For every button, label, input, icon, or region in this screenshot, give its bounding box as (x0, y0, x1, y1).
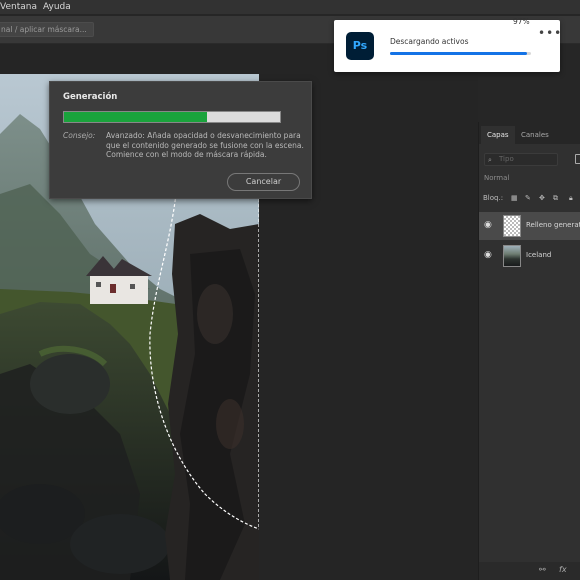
visibility-eye-icon[interactable]: ◉ (484, 221, 494, 230)
layer-thumbnail (503, 245, 521, 267)
ellipsis-icon[interactable]: ••• (538, 26, 562, 40)
visibility-eye-icon[interactable]: ◉ (484, 251, 494, 260)
tab-canales[interactable]: Canales (515, 126, 555, 144)
lock-paint-icon[interactable]: ✎ (525, 194, 531, 202)
house (90, 274, 148, 304)
photoshop-logo-icon: Ps (346, 32, 374, 60)
search-icon: ⌕ (488, 156, 492, 164)
menu-bar: Ventana Ayuda (0, 0, 580, 14)
fx-icon[interactable]: fx (559, 565, 567, 574)
generation-dialog: Generación Consejo: Avanzado: Añada opac… (49, 81, 312, 199)
layer-name: Iceland (526, 251, 552, 259)
dialog-title: Generación (63, 92, 118, 102)
download-notification: Ps Descargando activos ••• (334, 20, 562, 72)
lock-label: Bloq.: (483, 194, 504, 202)
select-and-mask-field[interactable]: nal / aplicar máscara... (0, 22, 94, 37)
tip-text: Avanzado: Añada opacidad o desvanecimien… (106, 131, 304, 160)
lock-row: Bloq.: ▦ ✎ ✥ ⧉ 🔒︎ (479, 192, 580, 208)
panel-tabs: Capas Canales (479, 122, 580, 144)
menu-item-ventana[interactable]: Ventana (0, 2, 43, 12)
tip-label: Consejo: (63, 131, 96, 140)
generation-progress-bar (63, 111, 281, 123)
lock-all-icon[interactable]: 🔒︎ (569, 194, 573, 203)
layer-filter-row: ⌕ Tipo (479, 150, 580, 168)
cancel-button[interactable]: Cancelar (227, 173, 300, 191)
layer-name: Relleno generativo (526, 221, 580, 229)
generation-progress-fill (64, 112, 207, 122)
blend-mode-select[interactable]: Normal (484, 174, 509, 182)
layer-row[interactable]: ◉ Relleno generativo (479, 212, 580, 240)
download-label: Descargando activos (390, 37, 469, 46)
lock-artboard-icon[interactable]: ⧉ (553, 194, 558, 203)
lock-transparent-icon[interactable]: ▦ (511, 194, 518, 202)
filter-image-icon[interactable] (575, 154, 580, 164)
download-percent: 97% (513, 17, 530, 26)
menu-item-ayuda[interactable]: Ayuda (43, 2, 77, 12)
layer-filter-input[interactable]: ⌕ Tipo (484, 153, 558, 166)
filter-placeholder: Tipo (499, 155, 514, 163)
layers-footer: ⚯ fx (479, 562, 580, 580)
link-icon[interactable]: ⚯ (539, 565, 546, 574)
layer-thumbnail (503, 215, 521, 237)
layers-panel: Capas Canales ⌕ Tipo Normal Bloq.: ▦ ✎ ✥… (478, 122, 580, 580)
download-progress-fill (390, 52, 527, 55)
download-progress-bar (390, 52, 531, 55)
layer-row[interactable]: ◉ Iceland (479, 242, 580, 270)
tip-block: Consejo: Avanzado: Añada opacidad o desv… (63, 131, 304, 159)
photoshop-window: Ventana Ayuda nal / aplicar máscara... G… (0, 0, 580, 580)
lock-move-icon[interactable]: ✥ (539, 194, 545, 202)
tab-capas[interactable]: Capas (481, 126, 515, 144)
